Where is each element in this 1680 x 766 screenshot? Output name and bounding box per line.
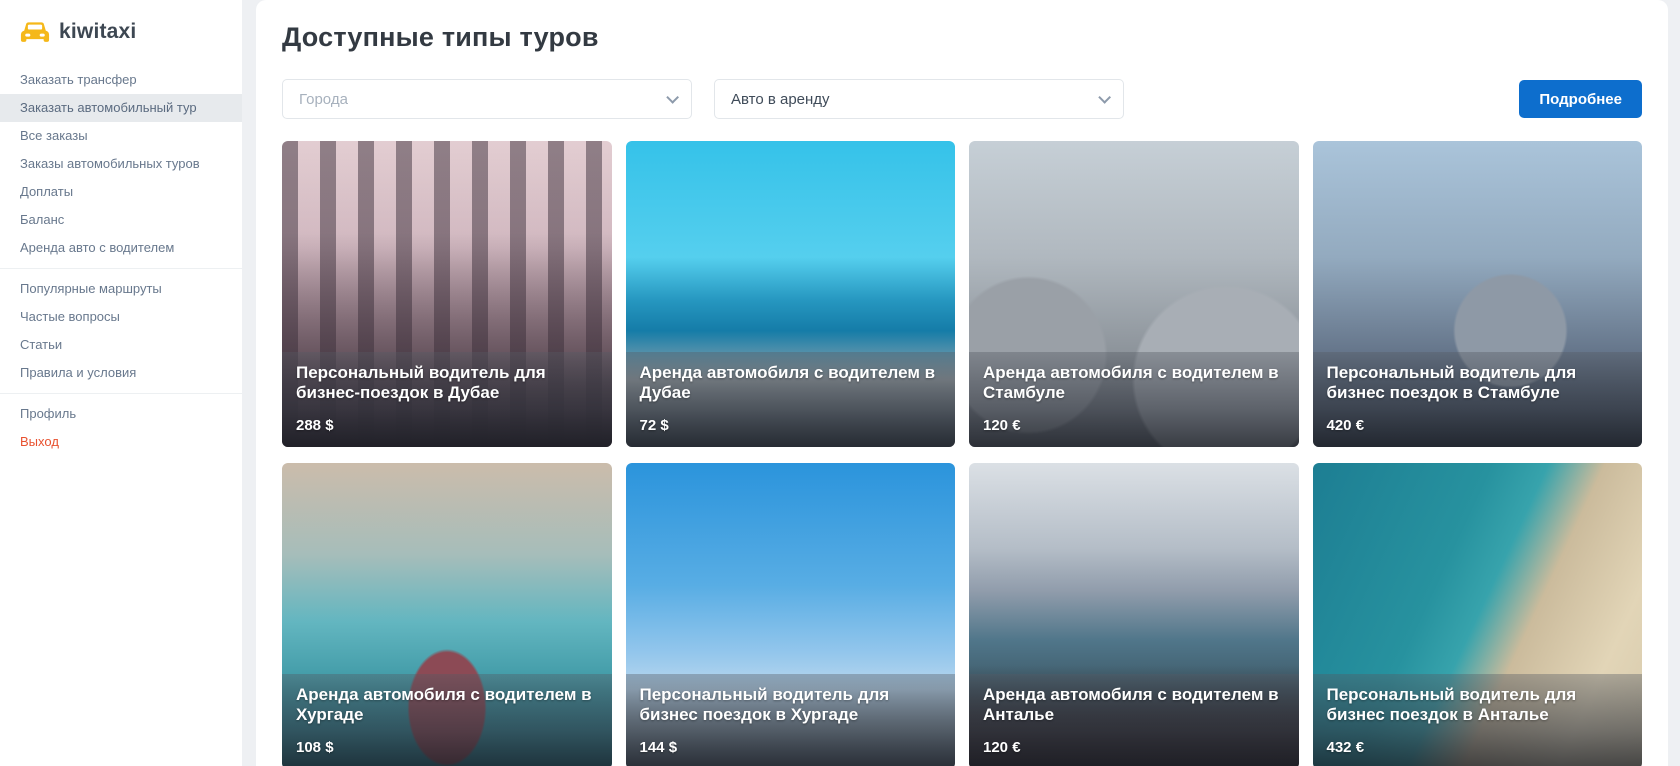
cities-select[interactable]: Города <box>282 79 692 119</box>
card-caption: Персональный водитель для бизнес поездок… <box>626 674 956 766</box>
card-price: 432 € <box>1327 739 1629 756</box>
card-caption: Аренда автомобиля с водителем в Дубае 72… <box>626 352 956 447</box>
card-caption: Персональный водитель для бизнес поездок… <box>1313 352 1643 447</box>
card-price: 120 € <box>983 739 1285 756</box>
tour-card[interactable]: Персональный водитель для бизнес поездок… <box>1313 141 1643 447</box>
sidebar-item-profile[interactable]: Профиль <box>0 400 242 428</box>
card-price: 144 $ <box>640 739 942 756</box>
tour-type-select-value: Авто в аренду <box>731 91 1098 108</box>
card-title: Аренда автомобиля с водителем в Анталье <box>983 685 1285 726</box>
main-panel: Доступные типы туров Города Авто в аренд… <box>256 0 1668 766</box>
card-title: Аренда автомобиля с водителем в Стамбуле <box>983 363 1285 404</box>
card-caption: Аренда автомобиля с водителем в Хургаде … <box>282 674 612 766</box>
card-caption: Аренда автомобиля с водителем в Анталье … <box>969 674 1299 766</box>
card-price: 420 € <box>1327 417 1629 434</box>
sidebar-item-rent-with-driver[interactable]: Аренда авто с водителем <box>0 234 242 262</box>
cities-select-placeholder: Города <box>299 91 666 108</box>
tour-card[interactable]: Аренда автомобиля с водителем в Анталье … <box>969 463 1299 766</box>
details-button[interactable]: Подробнее <box>1519 80 1642 118</box>
sidebar-group-orders: Заказать трансфер Заказать автомобильный… <box>0 60 242 268</box>
card-price: 288 $ <box>296 417 598 434</box>
card-title: Аренда автомобиля с водителем в Дубае <box>640 363 942 404</box>
tour-cards-grid: Персональный водитель для бизнес-поездок… <box>282 141 1642 766</box>
chevron-down-icon <box>1098 91 1111 104</box>
card-title: Персональный водитель для бизнес-поездок… <box>296 363 598 404</box>
tour-card[interactable]: Персональный водитель для бизнес поездок… <box>626 463 956 766</box>
sidebar-group-info: Популярные маршруты Частые вопросы Стать… <box>0 268 242 393</box>
card-caption: Аренда автомобиля с водителем в Стамбуле… <box>969 352 1299 447</box>
logo[interactable]: kiwitaxi <box>0 14 242 60</box>
sidebar-item-order-transfer[interactable]: Заказать трансфер <box>0 66 242 94</box>
card-title: Персональный водитель для бизнес поездок… <box>1327 685 1629 726</box>
card-caption: Персональный водитель для бизнес поездок… <box>1313 674 1643 766</box>
taxi-icon <box>20 21 50 44</box>
sidebar-item-car-tour-orders[interactable]: Заказы автомобильных туров <box>0 150 242 178</box>
card-title: Персональный водитель для бизнес поездок… <box>640 685 942 726</box>
card-caption: Персональный водитель для бизнес-поездок… <box>282 352 612 447</box>
tour-card[interactable]: Аренда автомобиля с водителем в Хургаде … <box>282 463 612 766</box>
logo-text: kiwitaxi <box>59 20 136 44</box>
card-title: Аренда автомобиля с водителем в Хургаде <box>296 685 598 726</box>
sidebar-item-terms[interactable]: Правила и условия <box>0 359 242 387</box>
sidebar-item-popular-routes[interactable]: Популярные маршруты <box>0 275 242 303</box>
tour-card[interactable]: Аренда автомобиля с водителем в Дубае 72… <box>626 141 956 447</box>
card-title: Персональный водитель для бизнес поездок… <box>1327 363 1629 404</box>
filters-row: Города Авто в аренду Подробнее <box>282 79 1642 119</box>
card-price: 72 $ <box>640 417 942 434</box>
tour-card[interactable]: Аренда автомобиля с водителем в Стамбуле… <box>969 141 1299 447</box>
sidebar-item-logout[interactable]: Выход <box>0 428 242 456</box>
sidebar-item-articles[interactable]: Статьи <box>0 331 242 359</box>
chevron-down-icon <box>666 91 679 104</box>
sidebar-item-order-car-tour[interactable]: Заказать автомобильный тур <box>0 94 242 122</box>
page-title: Доступные типы туров <box>282 22 1642 53</box>
tour-card[interactable]: Персональный водитель для бизнес поездок… <box>1313 463 1643 766</box>
sidebar-item-surcharges[interactable]: Доплаты <box>0 178 242 206</box>
sidebar-item-all-orders[interactable]: Все заказы <box>0 122 242 150</box>
sidebar-group-account: Профиль Выход <box>0 393 242 462</box>
tour-type-select[interactable]: Авто в аренду <box>714 79 1124 119</box>
card-price: 108 $ <box>296 739 598 756</box>
card-price: 120 € <box>983 417 1285 434</box>
tour-card[interactable]: Персональный водитель для бизнес-поездок… <box>282 141 612 447</box>
sidebar-item-faq[interactable]: Частые вопросы <box>0 303 242 331</box>
sidebar-item-balance[interactable]: Баланс <box>0 206 242 234</box>
sidebar: kiwitaxi Заказать трансфер Заказать авто… <box>0 0 242 766</box>
main-wrapper: Доступные типы туров Города Авто в аренд… <box>242 0 1680 766</box>
